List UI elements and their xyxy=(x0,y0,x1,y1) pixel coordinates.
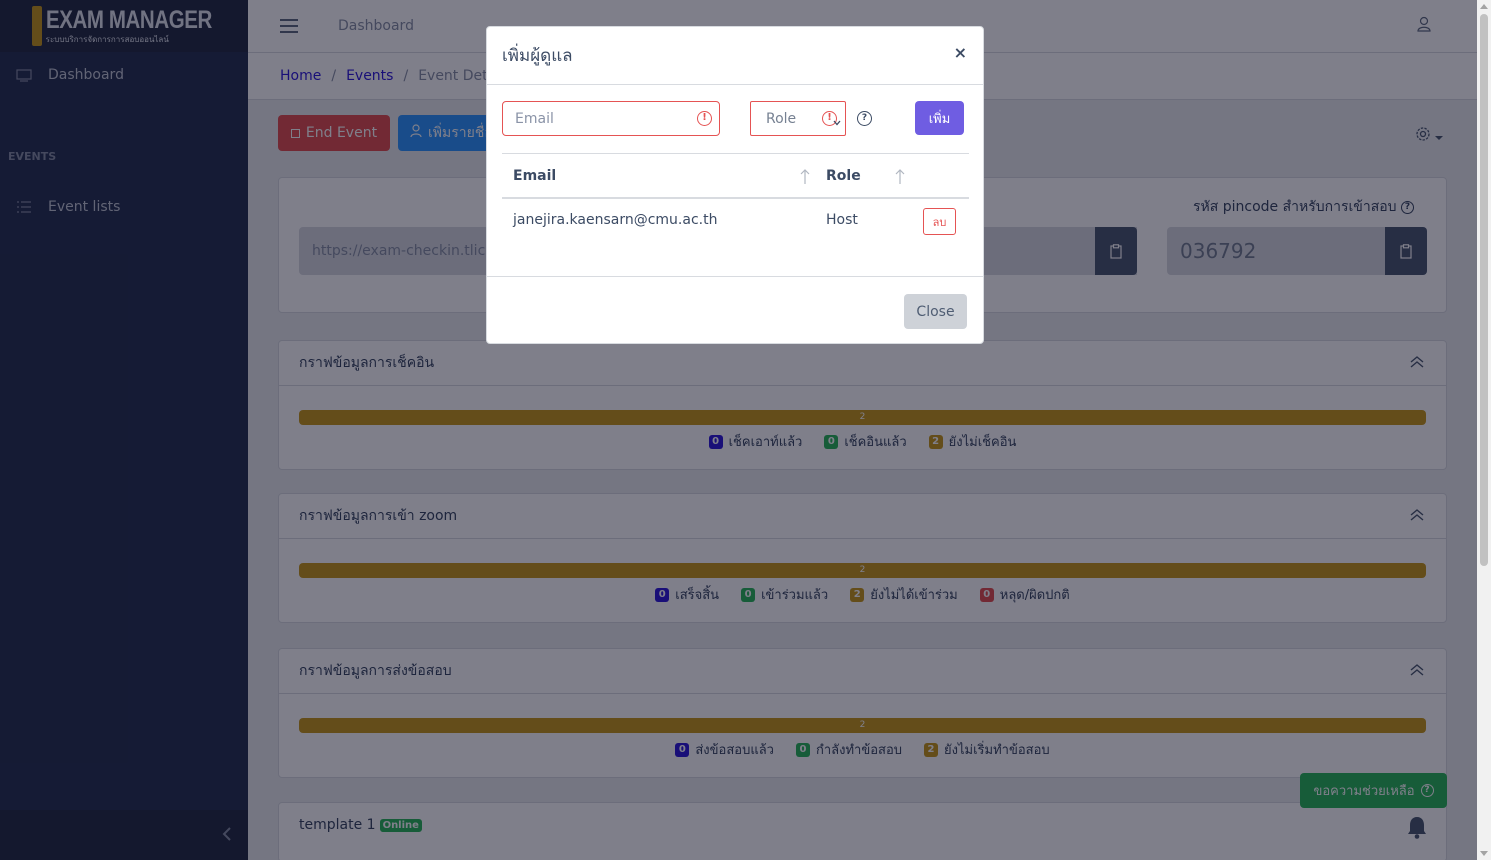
row-email: janejira.kaensarn@cmu.ac.th xyxy=(513,212,718,228)
row-role: Host xyxy=(826,212,858,228)
error-icon: ! xyxy=(697,111,712,126)
page-scrollbar[interactable] xyxy=(1477,0,1491,860)
modal-title: เพิ่มผู้ดูแล xyxy=(502,46,573,66)
column-header-role[interactable]: Role xyxy=(826,168,861,184)
sort-arrow-icon xyxy=(800,169,810,184)
column-header-email[interactable]: Email xyxy=(513,168,556,184)
close-icon[interactable]: × xyxy=(954,43,967,62)
chevron-down-icon xyxy=(833,114,841,130)
help-circle-icon[interactable]: ? xyxy=(857,111,872,126)
add-admin-button[interactable]: เพิ่ม xyxy=(915,101,964,135)
email-input[interactable]: Email ! xyxy=(502,101,720,136)
close-button[interactable]: Close xyxy=(904,294,967,329)
table-row: janejira.kaensarn@cmu.ac.th Host ลบ xyxy=(502,199,969,243)
admin-table: Email Role janejira.kaensarn@cmu.ac.th H… xyxy=(502,153,969,243)
table-header: Email Role xyxy=(502,153,969,199)
scrollbar-thumb[interactable] xyxy=(1480,14,1488,566)
delete-admin-button[interactable]: ลบ xyxy=(923,208,956,235)
sort-arrow-icon xyxy=(895,169,905,184)
add-admin-modal: เพิ่มผู้ดูแล × Email ! Role ! ? เพิ่ม Em… xyxy=(486,26,984,344)
role-select[interactable]: Role ! xyxy=(750,101,846,136)
